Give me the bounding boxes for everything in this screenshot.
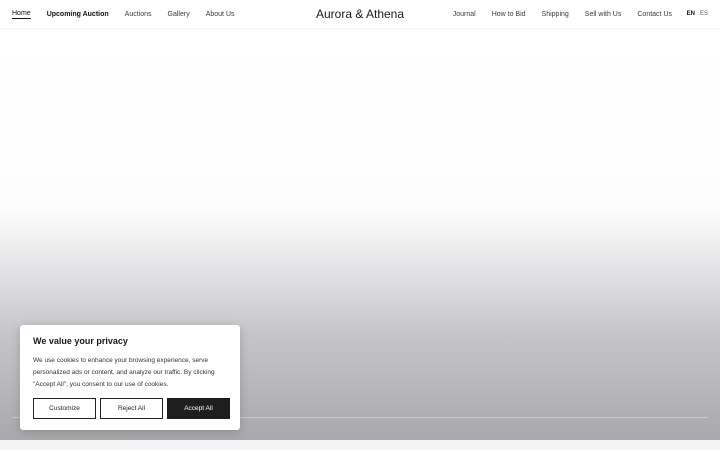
- cookie-banner-body: We use cookies to enhance your browsing …: [33, 357, 215, 388]
- primary-nav: Home Upcoming Auction Auctions Gallery A…: [12, 0, 251, 28]
- language-switcher: EN ES: [687, 0, 708, 28]
- accept-all-button[interactable]: Accept All: [167, 398, 230, 419]
- language-en-option[interactable]: EN: [687, 11, 695, 17]
- page-bottom-strip: [0, 440, 720, 450]
- page: Home Upcoming Auction Auctions Gallery A…: [0, 0, 720, 450]
- nav-home-link[interactable]: Home: [12, 10, 31, 19]
- cookie-button-row: Customize Reject All Accept All: [33, 398, 230, 419]
- nav-contact-us-link[interactable]: Contact Us: [637, 11, 672, 18]
- customize-button[interactable]: Customize: [33, 398, 96, 419]
- brand-logo-text[interactable]: Aurora & Athena: [316, 7, 404, 21]
- cookie-consent-banner: We value your privacy We use cookies to …: [20, 325, 240, 430]
- nav-auctions-link[interactable]: Auctions: [125, 11, 152, 18]
- reject-all-button[interactable]: Reject All: [100, 398, 163, 419]
- nav-upcoming-auction-link[interactable]: Upcoming Auction: [47, 11, 109, 18]
- cookie-banner-title: We value your privacy: [33, 336, 128, 346]
- site-header: Home Upcoming Auction Auctions Gallery A…: [0, 0, 720, 28]
- nav-about-us-link[interactable]: About Us: [206, 11, 235, 18]
- language-es-option[interactable]: ES: [700, 11, 708, 17]
- nav-shipping-link[interactable]: Shipping: [542, 11, 569, 18]
- nav-sell-with-us-link[interactable]: Sell with Us: [585, 11, 622, 18]
- nav-how-to-bid-link[interactable]: How to Bid: [492, 11, 526, 18]
- nav-gallery-link[interactable]: Gallery: [168, 11, 190, 18]
- nav-journal-link[interactable]: Journal: [453, 11, 476, 18]
- secondary-nav: Journal How to Bid Shipping Sell with Us…: [437, 0, 672, 28]
